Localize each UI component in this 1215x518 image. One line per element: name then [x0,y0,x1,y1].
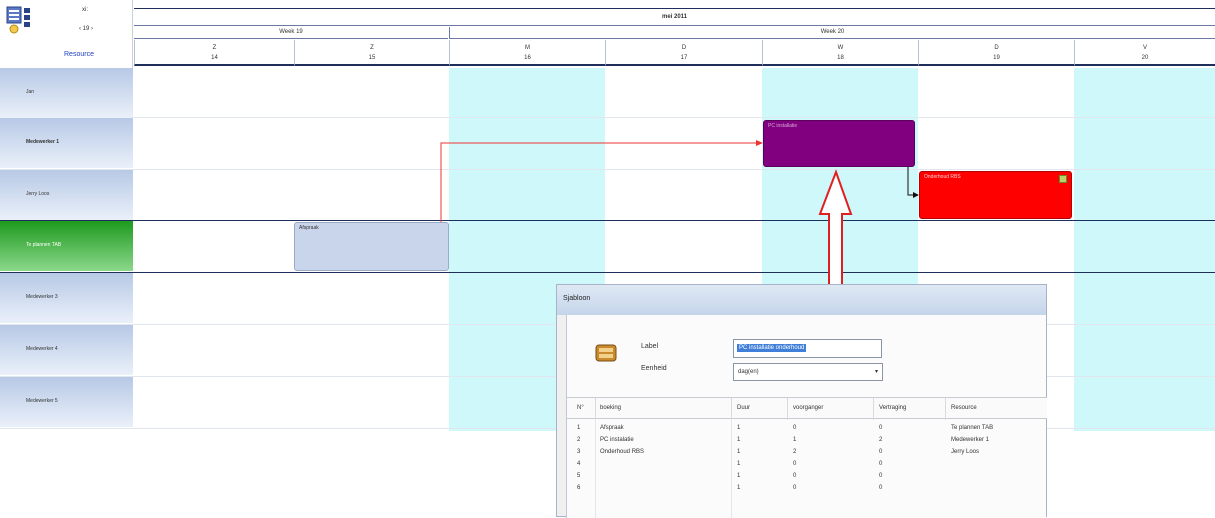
cell-nr: 1 [577,425,581,431]
cell-nr: 6 [577,485,581,491]
booking-grid-header: N° boeking Duur voorganger Vertraging Re… [567,397,1047,420]
col-divider [945,398,946,420]
col-divider [595,398,596,420]
dialog-body: Label Eenheid PC installatie onderhoud d… [566,315,1047,518]
table-row[interactable]: 5 1 0 0 [567,473,1047,485]
dialog-titlebar[interactable]: Sjabloon [557,285,1046,315]
template-icon [595,344,617,362]
cell-duur: 1 [737,449,741,455]
table-row[interactable]: 6 1 0 0 [567,485,1047,497]
cell-vertraging: 0 [879,485,883,491]
cell-vertraging: 0 [879,449,883,455]
table-row[interactable]: 3 Onderhoud RBS 1 2 0 Jerry Loos [567,449,1047,461]
eenheid-select[interactable]: dag(en) ▾ [733,363,883,381]
cell-voorganger: 0 [793,485,797,491]
cell-voorganger: 1 [793,437,797,443]
cell-resource: Te plannen TAB [951,425,994,431]
col-header[interactable]: Vertraging [879,405,906,411]
col-divider [731,398,732,420]
cell-voorganger: 0 [793,425,797,431]
cell-nr: 2 [577,437,581,443]
cell-boeking: Onderhoud RBS [600,449,645,455]
col-header[interactable]: Duur [737,405,750,411]
col-header[interactable]: boeking [600,405,621,411]
table-row[interactable]: 4 1 0 0 [567,461,1047,473]
cell-duur: 1 [737,425,741,431]
cell-vertraging: 0 [879,425,883,431]
cell-vertraging: 2 [879,437,883,443]
cell-vertraging: 0 [879,473,883,479]
cell-voorganger: 0 [793,461,797,467]
cell-boeking: PC instalatie [600,437,634,443]
col-divider [595,419,596,518]
col-header[interactable]: Resource [951,405,977,411]
cell-voorganger: 2 [793,449,797,455]
cell-duur: 1 [737,437,741,443]
cell-boeking: Afspraak [600,425,624,431]
eenheid-value: dag(en) [738,369,759,375]
cell-nr: 5 [577,473,581,479]
cell-voorganger: 0 [793,473,797,479]
col-header[interactable]: N° [577,405,584,411]
cell-vertraging: 0 [879,461,883,467]
col-divider [873,398,874,420]
sjabloon-dialog: Sjabloon Label Eenheid PC installatie on… [556,284,1047,518]
col-header[interactable]: voorganger [793,405,823,411]
cell-resource: Jerry Loos [951,449,980,455]
chevron-down-icon: ▾ [874,369,878,375]
cell-duur: 1 [737,461,741,467]
cell-resource: Medewerker 1 [951,437,990,443]
label-input[interactable]: PC installatie onderhoud [733,339,882,358]
table-row[interactable]: 2 PC instalatie 1 1 2 Medewerker 1 [567,437,1047,449]
cell-nr: 3 [577,449,581,455]
label-caption: Label [641,343,659,350]
dialog-title: Sjabloon [563,295,591,302]
label-input-value: PC installatie onderhoud [737,344,807,352]
eenheid-caption: Eenheid [641,365,667,372]
cell-duur: 1 [737,473,741,479]
col-divider [787,398,788,420]
table-row[interactable]: 1 Afspraak 1 0 0 Te plannen TAB [567,425,1047,437]
cell-duur: 1 [737,485,741,491]
cell-nr: 4 [577,461,581,467]
col-divider [731,419,732,518]
